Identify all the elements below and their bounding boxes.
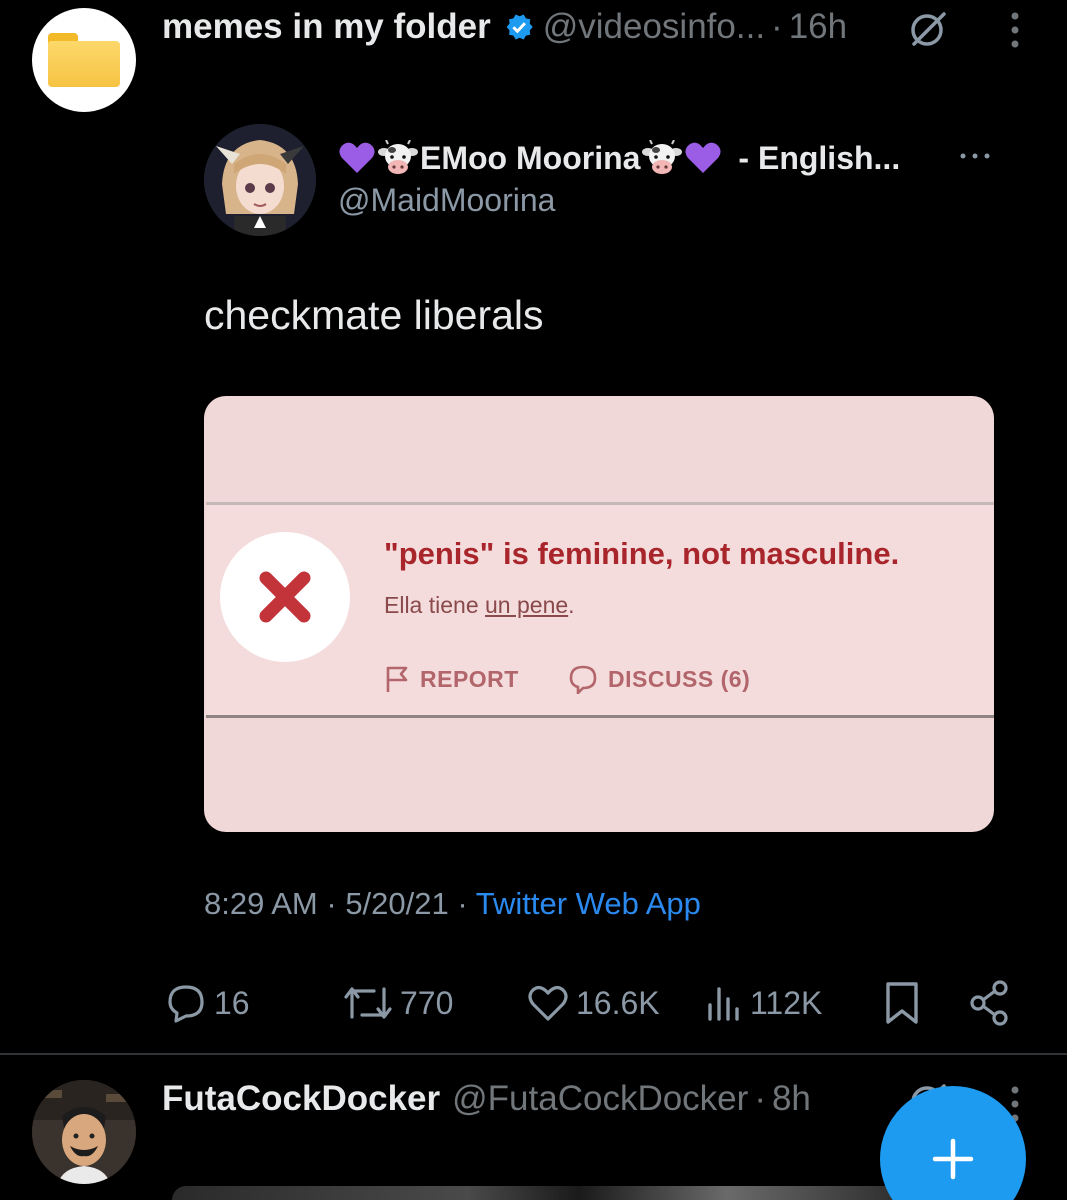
like-button[interactable]: 16.6K <box>526 978 660 1028</box>
quoted-metadata: 8:29 AM · 5/20/21 · Twitter Web App <box>204 886 701 922</box>
wrong-x-icon <box>259 571 311 623</box>
sentence-start: Ella tiene <box>384 592 486 618</box>
separator: · <box>448 886 476 921</box>
report-label: REPORT <box>420 665 519 692</box>
discuss-action: DISCUSS (6) <box>568 664 750 694</box>
reply-icon <box>168 985 204 1023</box>
post-time[interactable]: 16h <box>789 7 847 47</box>
cow-face-icon <box>642 140 683 174</box>
sentence-end: . <box>568 592 575 618</box>
like-count: 16.6K <box>576 984 660 1021</box>
more-horizontal-icon <box>960 153 990 159</box>
error-circle <box>220 532 350 662</box>
share-icon[interactable] <box>966 978 1012 1028</box>
quoted-tweet-text: checkmate liberals <box>204 292 544 338</box>
separator: · <box>754 1079 766 1118</box>
anime-girl-avatar-image <box>204 124 316 236</box>
speech-bubble-icon <box>569 665 597 694</box>
heart-icon <box>528 986 568 1021</box>
views-icon <box>708 987 739 1021</box>
timeline: memes in my folder @videosinfo... · 16h <box>0 0 1067 1200</box>
next-post-header: FutaCockDocker @FutaCockDocker · 8h <box>162 1078 811 1120</box>
duolingo-error-card: "penis" is feminine, not masculine. Ella… <box>204 396 994 832</box>
quoted-date: 5/20/21 <box>345 886 449 921</box>
retweet-icon <box>344 987 392 1019</box>
separator: · <box>771 7 783 46</box>
quoted-name-row: EMoo Moorina - English... <box>338 136 900 180</box>
error-title: "penis" is feminine, not masculine. <box>384 536 900 571</box>
correct-sentence: Ella tiene un pene. <box>384 592 575 619</box>
bookmark-icon[interactable] <box>880 978 924 1028</box>
views-button[interactable]: 112K <box>704 978 822 1028</box>
reply-button[interactable]: 16 <box>164 978 250 1028</box>
author-handle[interactable]: @videosinfo... <box>543 7 765 47</box>
flag-icon <box>386 666 408 692</box>
author-name[interactable]: memes in my folder <box>162 7 491 47</box>
view-count: 112K <box>750 984 823 1021</box>
folder-icon <box>48 33 120 87</box>
purple-heart-icon <box>685 142 721 173</box>
post-header: memes in my folder @videosinfo... · 16h <box>162 6 847 48</box>
discuss-label: DISCUSS (6) <box>608 665 751 692</box>
quoted-author-name: EMoo Moorina <box>420 139 641 176</box>
verified-badge-icon <box>506 14 533 40</box>
cartoon-man-avatar-image <box>32 1080 136 1184</box>
next-post-time[interactable]: 8h <box>772 1079 811 1119</box>
separator: · <box>317 886 346 921</box>
reply-count: 16 <box>214 984 250 1021</box>
quoted-author-avatar <box>204 124 316 236</box>
quoted-name-suffix: - English... <box>738 139 901 176</box>
quoted-source-app: Twitter Web App <box>475 886 701 921</box>
report-action: REPORT <box>384 664 519 694</box>
quoted-author-handle: @MaidMoorina <box>338 182 556 218</box>
action-bar: 16 770 16.6K 112K <box>0 978 1067 1028</box>
next-post-media[interactable] <box>172 1186 912 1200</box>
retweet-count: 770 <box>400 984 454 1021</box>
plus-icon <box>932 1138 974 1180</box>
retweet-button[interactable]: 770 <box>342 978 453 1028</box>
grok-icon[interactable] <box>906 8 948 50</box>
next-author-avatar[interactable] <box>32 1080 136 1184</box>
more-vertical-icon[interactable] <box>1000 8 1030 52</box>
next-author-handle[interactable]: @FutaCockDocker <box>452 1079 748 1119</box>
author-avatar[interactable] <box>32 8 136 112</box>
cow-face-icon <box>378 140 418 174</box>
sentence-underlined: un pene <box>485 592 569 618</box>
post-divider <box>0 1053 1067 1055</box>
next-author-name[interactable]: FutaCockDocker <box>162 1079 440 1119</box>
quoted-time: 8:29 AM <box>204 886 318 921</box>
purple-heart-icon <box>339 142 375 173</box>
